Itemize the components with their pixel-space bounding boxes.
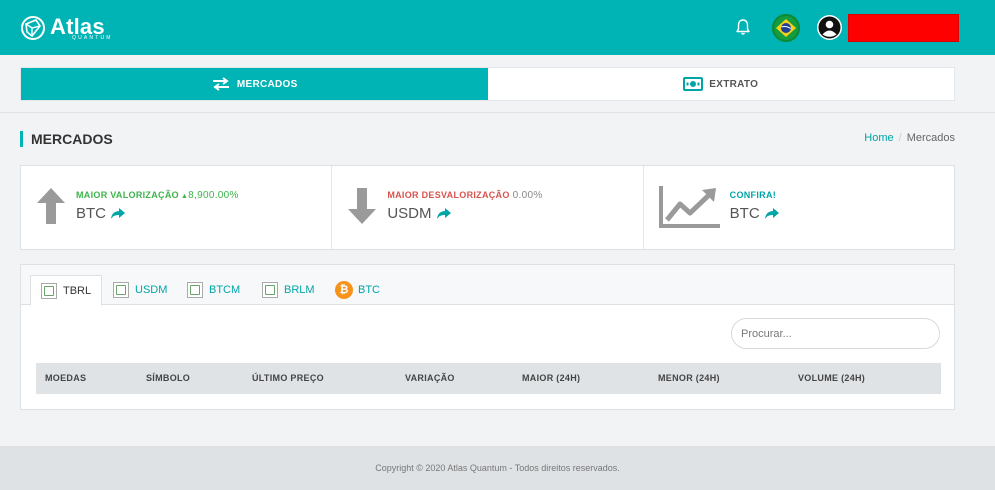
- stat-top-loser-coin[interactable]: USDM: [387, 205, 451, 222]
- column-header[interactable]: MENOR (24H): [658, 373, 720, 383]
- top-navbar: Atlas QUANTUM: [0, 0, 995, 55]
- breadcrumb-separator: /: [898, 132, 902, 144]
- tab-extrato-label: EXTRATO: [709, 78, 759, 90]
- brand-sub: QUANTUM: [72, 34, 113, 41]
- stat-featured-label: CONFIRA!: [729, 190, 777, 200]
- broken-image-icon: [262, 282, 278, 298]
- tab-extrato[interactable]: EXTRATO: [488, 68, 955, 100]
- stat-top-gainer-change: ▲8,900.00%: [180, 190, 239, 201]
- broken-image-icon: [113, 282, 129, 298]
- search-input[interactable]: [731, 318, 940, 349]
- stat-featured: CONFIRA! BTC: [644, 166, 954, 249]
- globe-icon: [21, 16, 45, 40]
- stat-top-loser: MAIOR DESVALORIZAÇÃO 0.00% USDM: [332, 166, 644, 249]
- column-header[interactable]: VARIAÇÃO: [405, 373, 455, 383]
- share-arrow-icon: [111, 208, 125, 219]
- breadcrumb-current: Mercados: [906, 132, 955, 144]
- share-arrow-icon: [764, 208, 779, 219]
- column-header[interactable]: MAIOR (24H): [522, 373, 580, 383]
- stat-top-loser-change: 0.00%: [512, 190, 543, 201]
- stat-top-loser-label: MAIOR DESVALORIZAÇÃO: [387, 190, 510, 200]
- share-arrow-icon: [436, 208, 451, 219]
- brand-logo[interactable]: Atlas QUANTUM: [20, 15, 113, 41]
- breadcrumb: Home / Mercados: [864, 132, 955, 144]
- page-title: MERCADOS: [20, 131, 113, 147]
- main-tabs: MERCADOS EXTRATO: [20, 67, 955, 101]
- markets-panel: TBRL USDM BTCM BRLM ₿ BTC MOEDAS SÍMBOLO…: [20, 264, 955, 410]
- bell-icon[interactable]: [735, 18, 751, 36]
- tab-tbrl[interactable]: TBRL: [30, 275, 103, 306]
- brazil-flag-icon[interactable]: [772, 14, 800, 42]
- cash-icon: [683, 77, 704, 91]
- coin-tabs: TBRL USDM BTCM BRLM ₿ BTC: [21, 265, 954, 306]
- header-divider: [0, 112, 995, 113]
- market-stats: MAIOR VALORIZAÇÃO ▲8,900.00% BTC MAIOR DE…: [20, 165, 955, 250]
- user-avatar-icon[interactable]: [817, 15, 842, 40]
- trend-chart-icon: [658, 186, 720, 228]
- markets-table-header: MOEDAS SÍMBOLO ÚLTIMO PREÇO VARIAÇÃO MAI…: [36, 363, 941, 394]
- breadcrumb-home-link[interactable]: Home: [864, 132, 893, 144]
- tab-btcm[interactable]: BTCM: [177, 275, 250, 305]
- stat-top-gainer: MAIOR VALORIZAÇÃO ▲8,900.00% BTC: [21, 166, 333, 249]
- tab-brlm[interactable]: BRLM: [252, 275, 325, 305]
- tab-mercados-label: MERCADOS: [236, 78, 298, 90]
- user-name-box[interactable]: [848, 14, 959, 42]
- exchange-arrows-icon: [212, 77, 229, 91]
- bitcoin-icon: ₿: [335, 281, 353, 299]
- column-header[interactable]: MOEDAS: [45, 373, 86, 383]
- tab-mercados[interactable]: MERCADOS: [21, 68, 488, 100]
- stat-top-gainer-coin[interactable]: BTC: [76, 205, 126, 222]
- tab-usdm[interactable]: USDM: [103, 275, 177, 305]
- stat-featured-coin[interactable]: BTC: [730, 205, 780, 222]
- column-header[interactable]: VOLUME (24H): [798, 373, 865, 383]
- column-header[interactable]: ÚLTIMO PREÇO: [252, 373, 324, 383]
- arrow-up-icon: [37, 188, 65, 224]
- broken-image-icon: [187, 282, 203, 298]
- column-header[interactable]: SÍMBOLO: [146, 373, 190, 383]
- copyright-text: Copyright © 2020 Atlas Quantum - Todos d…: [375, 463, 620, 473]
- footer: Copyright © 2020 Atlas Quantum - Todos d…: [0, 446, 995, 490]
- stat-top-gainer-label: MAIOR VALORIZAÇÃO: [76, 190, 179, 200]
- broken-image-icon: [41, 282, 57, 299]
- tab-btc[interactable]: ₿ BTC: [325, 275, 390, 305]
- arrow-down-icon: [348, 188, 377, 224]
